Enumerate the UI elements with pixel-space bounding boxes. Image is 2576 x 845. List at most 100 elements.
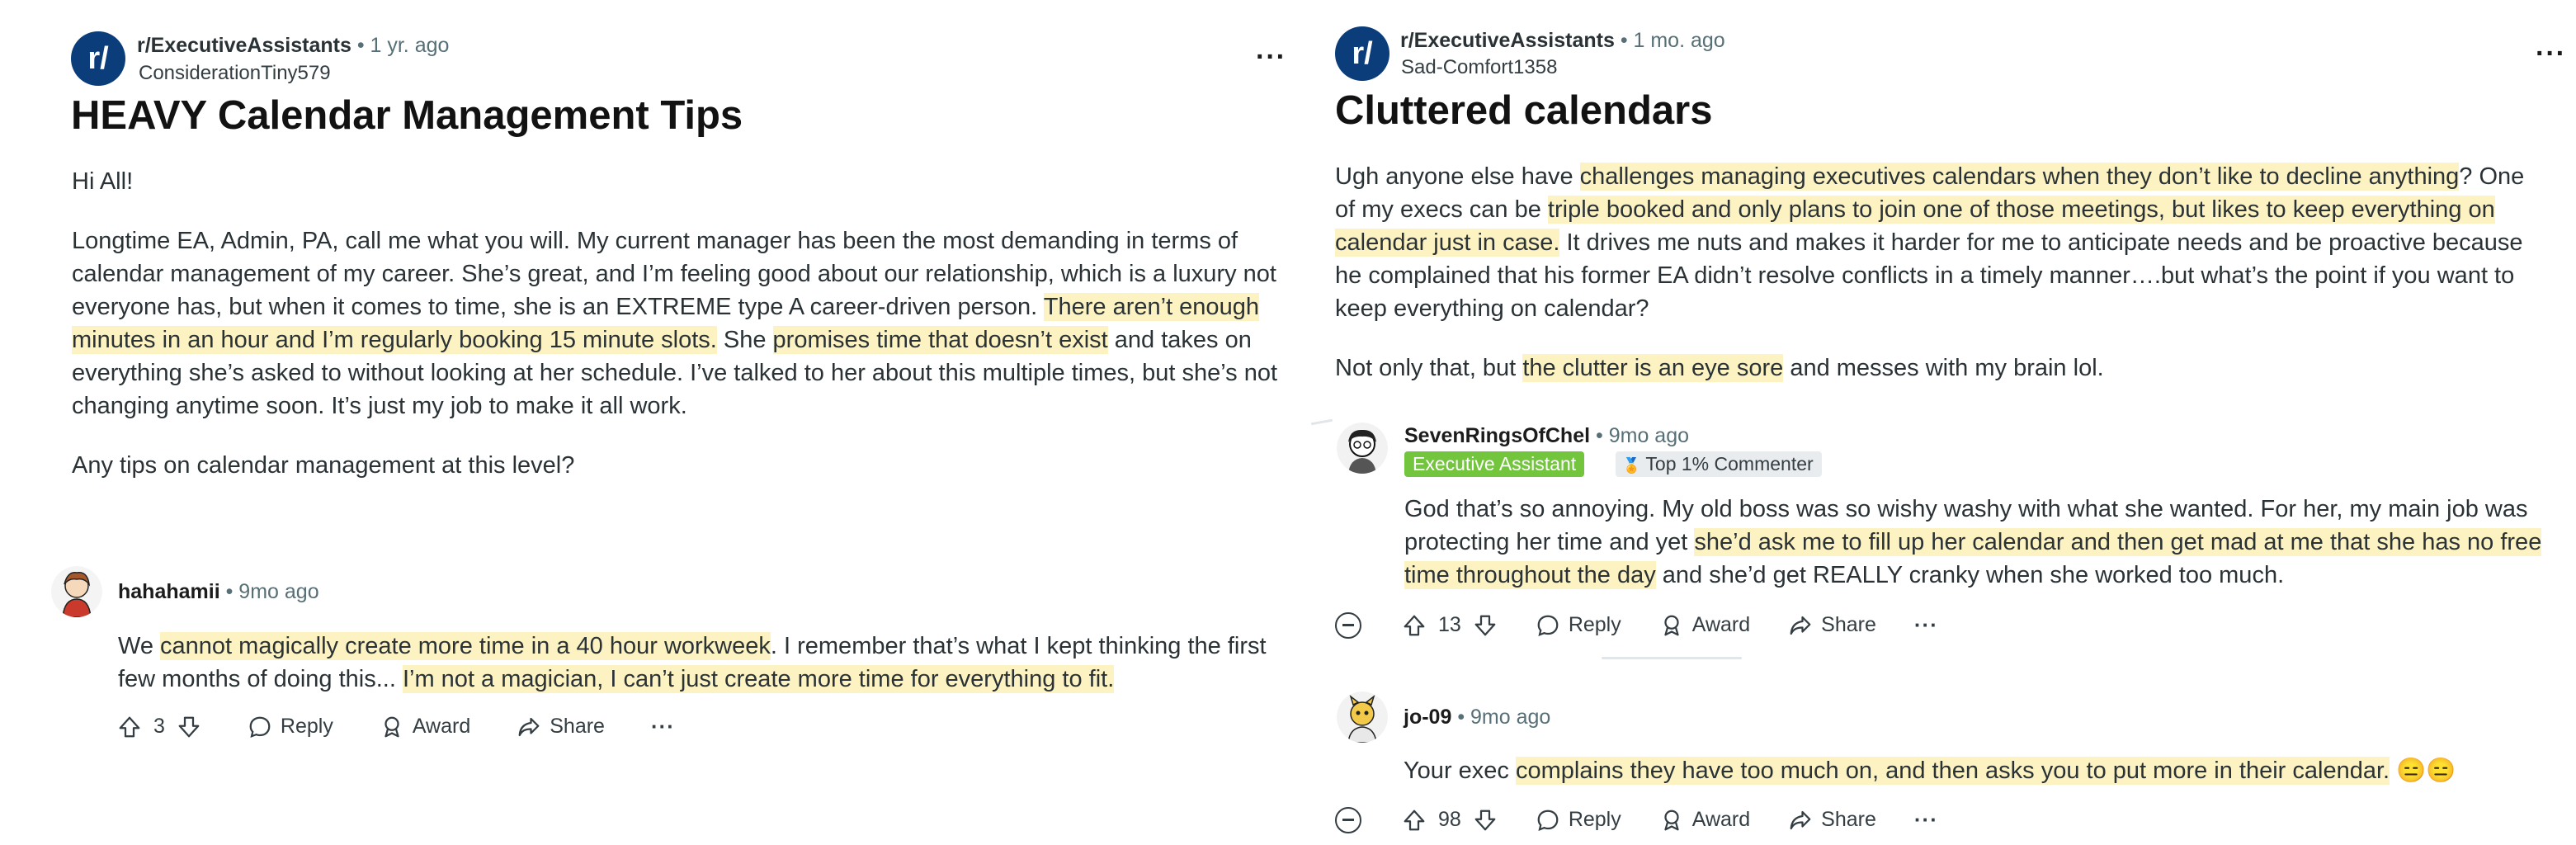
reply-button[interactable]: Reply bbox=[1536, 613, 1621, 638]
share-label: Share bbox=[550, 715, 605, 738]
post-menu-icon[interactable]: ··· bbox=[2536, 40, 2566, 68]
upvote-icon[interactable] bbox=[117, 715, 142, 739]
thread-connector bbox=[1310, 418, 1333, 426]
reply-label: Reply bbox=[280, 715, 333, 738]
subreddit-name[interactable]: r/ExecutiveAssistants bbox=[137, 34, 351, 57]
comment-time: • 9mo ago bbox=[1457, 706, 1551, 729]
reply-label: Reply bbox=[1568, 808, 1621, 831]
upvote-icon[interactable] bbox=[1402, 613, 1427, 638]
comment-username[interactable]: hahahamii bbox=[118, 580, 220, 603]
comment-actions: 13 Reply Award Share ··· bbox=[1402, 612, 1938, 638]
post-header: r/ExecutiveAssistants • 1 mo. ago bbox=[1400, 29, 1725, 53]
award-button[interactable]: Award bbox=[1659, 808, 1750, 833]
post-paragraph: Not only that, but the clutter is an eye… bbox=[1335, 354, 2104, 382]
highlight: I’m not a magician, I can’t just create … bbox=[402, 665, 1115, 693]
comment-time: • 9mo ago bbox=[225, 580, 319, 603]
post-paragraph: Hi All! bbox=[72, 168, 134, 195]
comment-more-icon[interactable]: ··· bbox=[651, 714, 675, 739]
reply-button[interactable]: Reply bbox=[1536, 808, 1621, 833]
post-header: r/ExecutiveAssistants • 1 yr. ago bbox=[137, 34, 449, 58]
collapse-icon[interactable] bbox=[1335, 612, 1361, 639]
downvote-icon[interactable] bbox=[177, 715, 201, 739]
collapse-icon[interactable] bbox=[1335, 807, 1361, 833]
avatar[interactable] bbox=[1337, 692, 1388, 743]
share-label: Share bbox=[1821, 808, 1876, 831]
post-time: • 1 mo. ago bbox=[1620, 29, 1725, 52]
comment-actions: 3 Reply Award Share ··· bbox=[117, 714, 675, 739]
highlight: cannot magically create more time in a 4… bbox=[160, 632, 771, 660]
downvote-icon[interactable] bbox=[1473, 613, 1498, 638]
share-label: Share bbox=[1821, 613, 1876, 636]
comment-body: Your exec complains they have too much o… bbox=[1404, 757, 2456, 785]
award-icon bbox=[1664, 810, 1679, 830]
award-icon bbox=[1664, 615, 1679, 635]
share-icon bbox=[1790, 810, 1811, 829]
award-label: Award bbox=[1691, 808, 1751, 831]
share-icon bbox=[518, 717, 540, 736]
comment-body: We cannot magically create more time in … bbox=[118, 632, 1267, 693]
upvote-icon[interactable] bbox=[1402, 808, 1427, 833]
comment-header: hahahamii • 9mo ago bbox=[118, 580, 319, 604]
comment-username[interactable]: jo-09 bbox=[1404, 706, 1451, 729]
post-panel-right: r/ r/ExecutiveAssistants • 1 mo. ago Sad… bbox=[1288, 0, 2576, 845]
post-body: Hi All! Longtime EA, Admin, PA, call me … bbox=[72, 165, 1293, 508]
award-icon bbox=[385, 716, 399, 737]
post-title[interactable]: HEAVY Calendar Management Tips bbox=[71, 92, 743, 139]
emoji: 😑😑 bbox=[2390, 758, 2456, 784]
post-time: • 1 yr. ago bbox=[356, 34, 450, 57]
post-author[interactable]: Sad-Comfort1358 bbox=[1401, 56, 1557, 79]
subreddit-name[interactable]: r/ExecutiveAssistants bbox=[1400, 29, 1615, 52]
highlight: complains they have too much on, and the… bbox=[1515, 757, 2390, 785]
downvote-icon[interactable] bbox=[1473, 808, 1498, 833]
subreddit-icon[interactable]: r/ bbox=[71, 31, 125, 86]
award-button[interactable]: Award bbox=[380, 715, 470, 739]
post-paragraph: Ugh anyone else have challenges managing… bbox=[1335, 163, 2525, 322]
comment-time: • 9mo ago bbox=[1596, 424, 1690, 447]
award-label: Award bbox=[412, 715, 471, 738]
flair-top-commenter: 🏅 Top 1% Commenter bbox=[1616, 451, 1822, 477]
comment-more-icon[interactable]: ··· bbox=[1914, 807, 1938, 833]
reply-button[interactable]: Reply bbox=[248, 715, 333, 739]
comment-username[interactable]: SevenRingsOfChel bbox=[1404, 424, 1590, 447]
post-body: Ugh anyone else have challenges managing… bbox=[1335, 160, 2548, 411]
avatar[interactable] bbox=[51, 566, 102, 617]
thread-connector bbox=[1602, 657, 1742, 659]
post-author[interactable]: ConsiderationTiny579 bbox=[139, 62, 331, 85]
vote-group: 3 bbox=[117, 715, 201, 739]
highlight: promises time that doesn’t exist bbox=[772, 326, 1108, 354]
trophy-icon: 🏅 bbox=[1622, 457, 1641, 474]
vote-group: 13 bbox=[1402, 613, 1498, 638]
share-button[interactable]: Share bbox=[517, 715, 605, 739]
share-button[interactable]: Share bbox=[1788, 613, 1876, 638]
avatar[interactable] bbox=[1337, 422, 1388, 474]
post-paragraph: Longtime EA, Admin, PA, call me what you… bbox=[72, 228, 1278, 419]
highlight: the clutter is an eye sore bbox=[1522, 354, 1784, 382]
vote-count: 98 bbox=[1438, 808, 1461, 831]
reply-label: Reply bbox=[1568, 613, 1621, 636]
post-menu-icon[interactable]: ··· bbox=[1256, 43, 1286, 71]
comment-actions: 98 Reply Award Share ··· bbox=[1402, 807, 1938, 833]
avatar-icon bbox=[51, 566, 102, 617]
share-icon bbox=[1790, 616, 1811, 635]
comment-header: jo-09 • 9mo ago bbox=[1404, 706, 1550, 729]
highlight: challenges managing executives calendars… bbox=[1579, 163, 2460, 191]
comment-more-icon[interactable]: ··· bbox=[1914, 612, 1938, 638]
share-button[interactable]: Share bbox=[1788, 808, 1876, 833]
vote-count: 13 bbox=[1438, 613, 1461, 636]
avatar-icon bbox=[1337, 692, 1388, 743]
award-label: Award bbox=[1691, 613, 1751, 636]
reply-bubble-icon bbox=[249, 716, 271, 738]
flair-executive-assistant: Executive Assistant bbox=[1404, 451, 1585, 477]
comment-header: SevenRingsOfChel • 9mo ago bbox=[1404, 424, 1689, 448]
subreddit-icon[interactable]: r/ bbox=[1335, 26, 1389, 81]
comment-body: God that’s so annoying. My old boss was … bbox=[1404, 496, 2542, 589]
post-paragraph: Any tips on calendar management at this … bbox=[72, 452, 575, 479]
reply-bubble-icon bbox=[1537, 810, 1559, 831]
vote-count: 3 bbox=[153, 715, 165, 738]
vote-group: 98 bbox=[1402, 808, 1498, 833]
avatar-icon bbox=[1337, 422, 1388, 474]
post-panel-left: r/ r/ExecutiveAssistants • 1 yr. ago Con… bbox=[0, 0, 1288, 845]
reply-bubble-icon bbox=[1537, 615, 1559, 636]
post-title[interactable]: Cluttered calendars bbox=[1335, 87, 1713, 134]
award-button[interactable]: Award bbox=[1659, 613, 1750, 638]
